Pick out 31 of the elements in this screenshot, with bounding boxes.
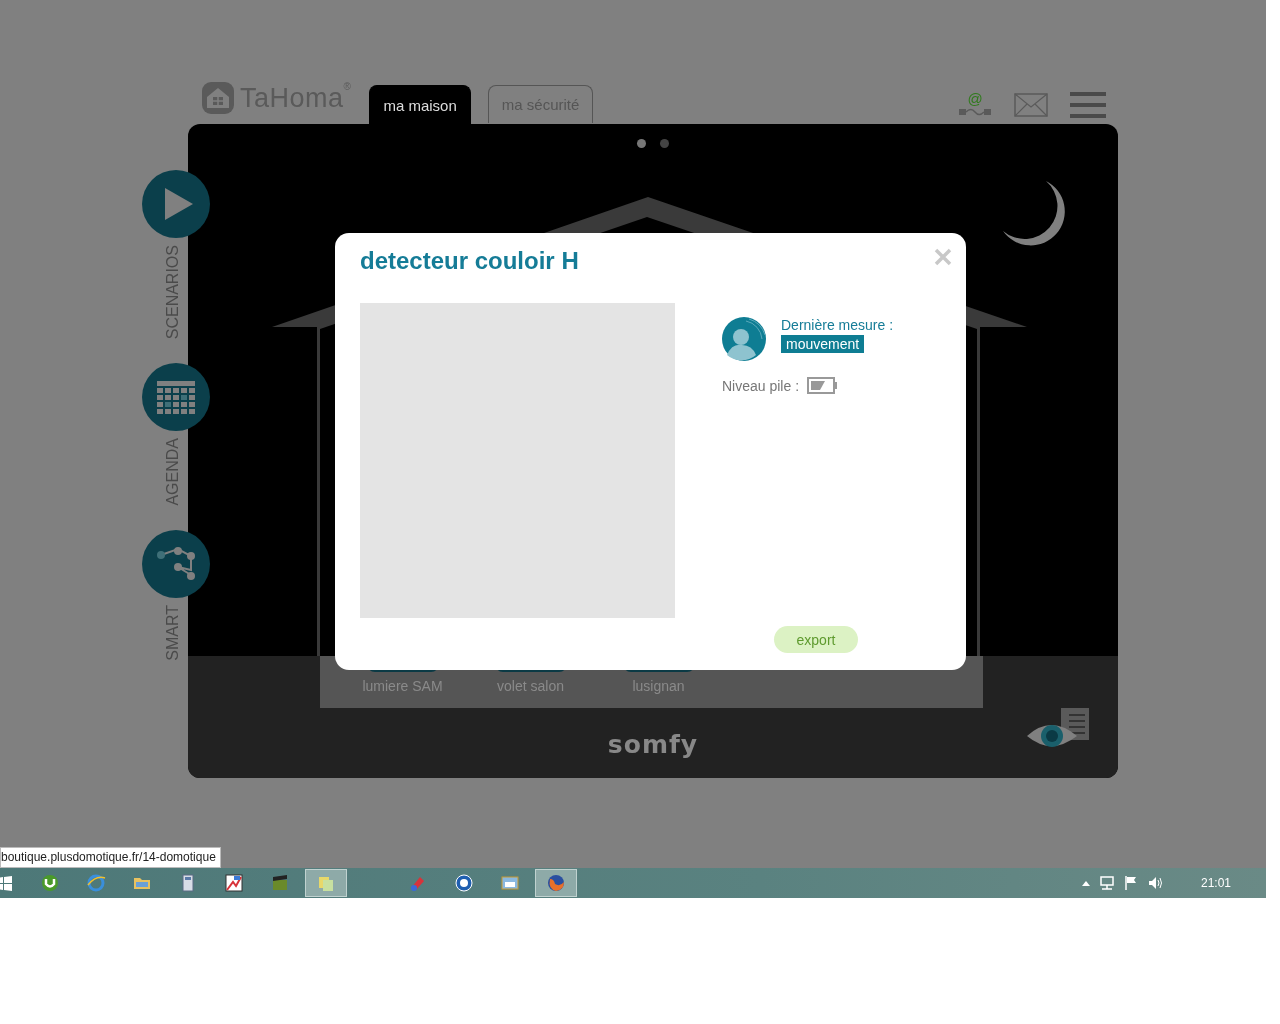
flag-icon[interactable] (1122, 875, 1139, 891)
battery-icon (807, 377, 839, 394)
calendar-icon (157, 380, 195, 414)
speaker-icon[interactable] (1146, 875, 1163, 891)
page-dot[interactable] (660, 139, 669, 148)
export-button[interactable]: export (774, 626, 858, 653)
network-nodes-icon (157, 546, 195, 581)
status-url: boutique.plusdomotique.fr/14-domotique (0, 847, 221, 868)
picture-icon (224, 873, 244, 893)
clock: 21:01 (1200, 876, 1231, 890)
dialog-title: detecteur couloir H (360, 247, 580, 275)
window-icon (500, 873, 520, 893)
sensor-avatar-icon (722, 317, 766, 361)
tab[interactable]: ma maison (369, 85, 471, 124)
house-logo-icon (202, 82, 234, 114)
taskbar-button[interactable] (535, 869, 577, 897)
windows-logo-icon (0, 873, 14, 893)
menu-icon[interactable] (1070, 92, 1106, 118)
network-icon[interactable] (1098, 875, 1115, 891)
page-dot[interactable] (637, 139, 646, 148)
measure-value: mouvement (781, 335, 865, 353)
clapperboard-icon (270, 873, 290, 893)
battery-label: Niveau pile : (722, 377, 800, 394)
play-icon (165, 188, 193, 220)
fox-globe-icon (546, 873, 566, 893)
brand-logo: somfy (607, 730, 699, 759)
disc-icon (454, 873, 474, 893)
measure-label: Dernière mesure : (781, 317, 894, 333)
globe-icon (86, 873, 106, 893)
circle-icon (40, 873, 60, 893)
up-caret-icon[interactable] (1080, 879, 1091, 887)
